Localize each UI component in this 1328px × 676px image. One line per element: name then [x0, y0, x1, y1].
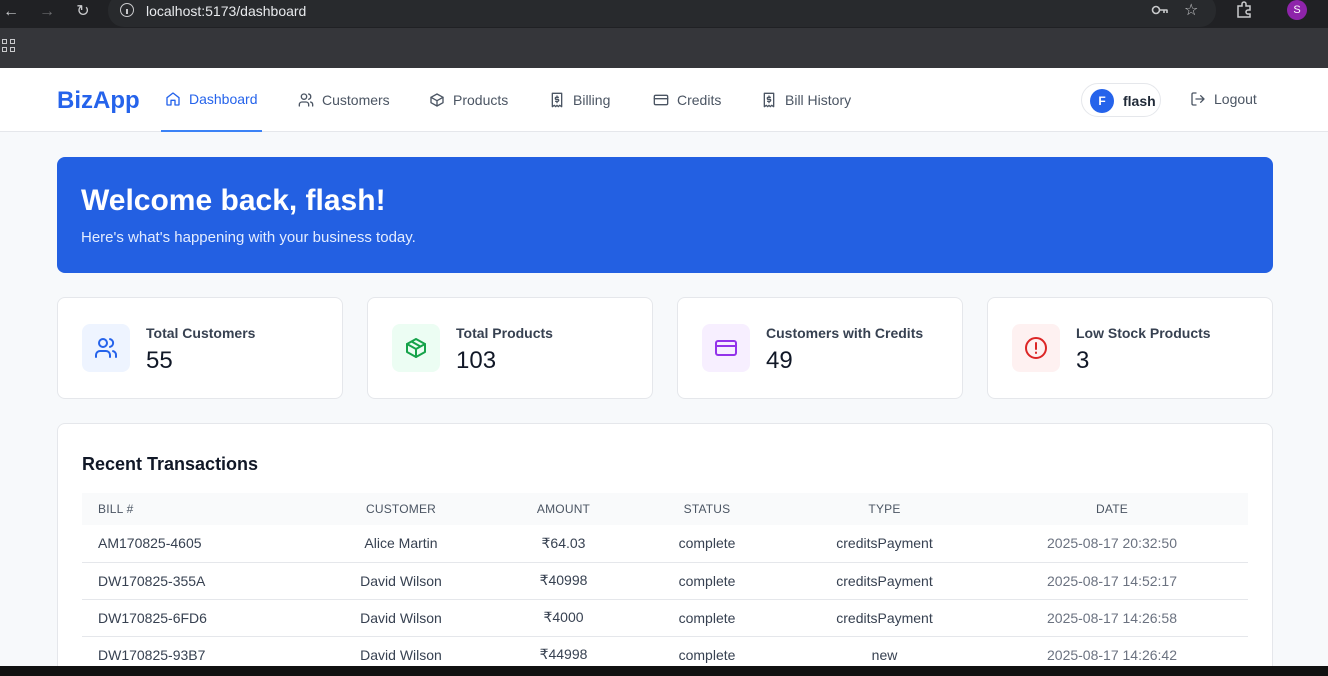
nav-customers[interactable]: Customers — [298, 68, 390, 132]
user-name: flash — [1123, 93, 1156, 109]
cell-amount: ₹40998 — [506, 562, 621, 600]
cell-customer: David Wilson — [296, 599, 506, 637]
nav-label: Billing — [573, 92, 611, 108]
cell-type: creditsPayment — [793, 562, 976, 600]
stat-value: 49 — [766, 347, 793, 374]
stat-value: 55 — [146, 347, 173, 374]
browser-toolbar: ← → ↻ localhost:5173/dashboard ☆ S — [0, 0, 1328, 28]
avatar: F — [1090, 89, 1114, 113]
cell-date: 2025-08-17 20:32:50 — [976, 525, 1248, 563]
reload-icon[interactable]: ↻ — [72, 1, 94, 23]
logout-label: Logout — [1214, 91, 1257, 107]
nav-label: Products — [453, 92, 509, 108]
nav-label: Bill History — [785, 92, 852, 108]
section-title: Recent Transactions — [82, 454, 259, 474]
column-header-type: Type — [868, 502, 901, 516]
cell-bill: AM170825-4605 — [82, 525, 296, 563]
cell-type: creditsPayment — [793, 599, 976, 637]
url-text[interactable]: localhost:5173/dashboard — [146, 3, 306, 19]
nav-credits[interactable]: Credits — [653, 68, 721, 132]
bookmarks-bar — [0, 28, 1328, 68]
receipt-icon — [763, 92, 775, 108]
app-logo[interactable]: BizApp — [57, 87, 140, 115]
stat-value: 3 — [1076, 347, 1090, 374]
stat-label: Low Stock Products — [1076, 325, 1211, 341]
banner-subtitle: Here's what's happening with your busine… — [81, 229, 416, 246]
cell-status: complete — [621, 599, 793, 637]
cell-date: 2025-08-17 14:52:17 — [976, 562, 1248, 600]
column-header-date: Date — [1096, 502, 1128, 516]
profile-avatar[interactable]: S — [1287, 0, 1307, 20]
column-header-status: Status — [683, 502, 731, 516]
app-header: BizApp Dashboard Customers Products Bill… — [0, 68, 1328, 132]
nav-label: Credits — [677, 92, 722, 108]
home-icon — [166, 92, 180, 106]
alert-circle-icon — [1012, 324, 1060, 372]
cell-status: complete — [621, 562, 793, 600]
nav-label: Customers — [322, 92, 390, 108]
receipt-icon — [551, 92, 563, 108]
table-row[interactable]: DW170825-355A David Wilson ₹40998 comple… — [82, 562, 1248, 600]
column-header-customer: Customer — [365, 502, 437, 516]
cell-date: 2025-08-17 14:26:58 — [976, 599, 1248, 637]
transactions-table: Bill # Customer Amount Status Type Date … — [82, 493, 1248, 674]
extensions-icon[interactable] — [1235, 1, 1253, 24]
site-info-icon[interactable] — [120, 3, 134, 17]
stat-value: 103 — [456, 347, 497, 374]
nav-products[interactable]: Products — [429, 68, 508, 132]
nav-dashboard[interactable]: Dashboard — [161, 68, 262, 132]
table-header-row: Bill # Customer Amount Status Type Date — [82, 493, 1248, 525]
table-row[interactable]: AM170825-4605 Alice Martin ₹64.03 comple… — [82, 525, 1248, 563]
apps-grid-icon[interactable] — [2, 39, 16, 53]
nav-label: Dashboard — [189, 91, 258, 107]
banner-title: Welcome back, flash! — [81, 184, 386, 217]
column-header-bill: Bill # — [98, 502, 134, 516]
cell-customer: David Wilson — [296, 562, 506, 600]
column-header-amount: Amount — [536, 502, 591, 516]
stat-card-total-customers: Total Customers 55 — [57, 297, 343, 399]
cell-bill: DW170825-6FD6 — [82, 599, 296, 637]
stat-label: Total Products — [456, 325, 553, 341]
cell-amount: ₹64.03 — [506, 525, 621, 563]
taskbar-edge — [0, 666, 1328, 676]
users-icon — [298, 93, 314, 107]
logout-icon — [1191, 92, 1205, 106]
cell-customer: Alice Martin — [296, 525, 506, 563]
key-icon[interactable] — [1151, 3, 1169, 22]
logout-button[interactable]: Logout — [1190, 91, 1257, 107]
credit-card-icon — [653, 94, 669, 106]
nav-bill-history[interactable]: Bill History — [761, 68, 851, 132]
stat-card-total-products: Total Products 103 — [367, 297, 653, 399]
users-icon — [82, 324, 130, 372]
stat-card-low-stock-products: Low Stock Products 3 — [987, 297, 1273, 399]
back-icon[interactable]: ← — [0, 1, 22, 23]
cell-status: complete — [621, 525, 793, 563]
welcome-banner: Welcome back, flash! Here's what's happe… — [57, 157, 1273, 273]
cell-bill: DW170825-355A — [82, 562, 296, 600]
stat-label: Total Customers — [146, 325, 256, 341]
forward-icon[interactable]: → — [36, 1, 58, 23]
stat-label: Customers with Credits — [766, 325, 924, 341]
credit-card-icon — [702, 324, 750, 372]
nav-billing[interactable]: Billing — [549, 68, 610, 132]
stat-card-customers-with-credits: Customers with Credits 49 — [677, 297, 963, 399]
bookmark-star-icon[interactable]: ☆ — [1184, 0, 1198, 20]
cell-amount: ₹4000 — [506, 599, 621, 637]
package-icon — [430, 93, 444, 107]
cell-type: creditsPayment — [793, 525, 976, 563]
recent-transactions-card: Recent Transactions Bill # Customer Amou… — [57, 423, 1273, 676]
user-menu[interactable]: F flash — [1081, 83, 1161, 117]
address-bar[interactable]: localhost:5173/dashboard ☆ — [108, 0, 1216, 27]
table-row[interactable]: DW170825-6FD6 David Wilson ₹4000 complet… — [82, 599, 1248, 637]
package-icon — [392, 324, 440, 372]
